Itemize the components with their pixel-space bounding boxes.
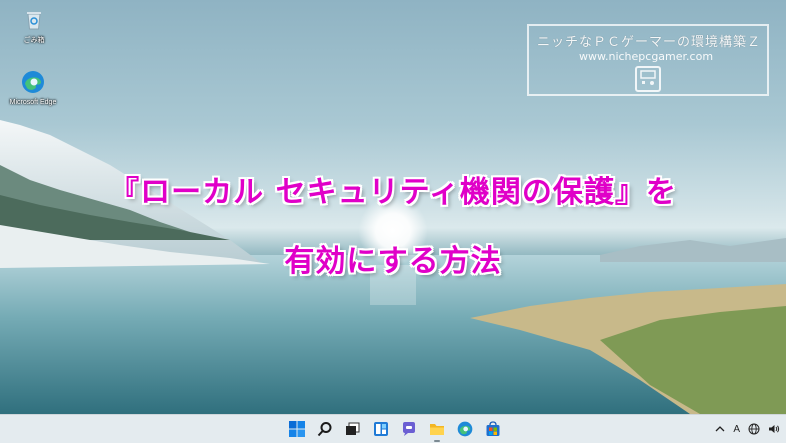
store-icon — [486, 421, 500, 436]
site-logo: ニッチなＰＣゲーマーの環境構築Ｚ www.nichepcgamer.com — [527, 24, 769, 96]
desktop-icon-label: Microsoft Edge — [9, 99, 57, 106]
logo-title: ニッチなＰＣゲーマーの環境構築Ｚ — [537, 35, 762, 50]
search-icon — [317, 422, 332, 437]
folder-icon — [430, 424, 444, 435]
edge-taskbar-button[interactable] — [455, 419, 475, 439]
edge-icon — [457, 421, 473, 437]
recycle-bin-icon — [27, 12, 41, 30]
task-view-icon — [346, 422, 360, 435]
edge-icon — [22, 71, 44, 93]
task-view-button[interactable] — [343, 419, 363, 439]
headline-line-2: 有効にする方法 — [284, 244, 502, 279]
handheld-device-icon — [635, 66, 661, 92]
windows-start-icon — [289, 421, 305, 437]
chevron-up-icon[interactable] — [715, 424, 725, 434]
file-explorer-button[interactable] — [427, 419, 447, 442]
desktop-icon-recycle-bin[interactable]: ごみ箱 — [12, 8, 56, 45]
globe-icon[interactable] — [748, 423, 760, 435]
start-button[interactable] — [287, 419, 307, 439]
logo-url: www.nichepcgamer.com — [579, 50, 714, 63]
widgets-icon — [374, 422, 388, 436]
taskbar-apps — [287, 419, 503, 442]
search-button[interactable] — [315, 419, 335, 439]
store-button[interactable] — [483, 419, 503, 439]
desktop-icon-edge[interactable]: Microsoft Edge — [4, 70, 62, 107]
desktop-icon-label: ごみ箱 — [23, 37, 45, 44]
system-tray: A — [715, 420, 780, 438]
headline-line-1: 『ローカル セキュリティ機関の保護』を — [109, 175, 677, 210]
desktop: ごみ箱 Microsoft Edge ニッチなＰＣゲーマーの環境構築Ｚ www.… — [0, 0, 786, 414]
volume-icon[interactable] — [768, 423, 780, 435]
ime-indicator[interactable]: A — [733, 424, 740, 435]
taskbar: A — [0, 414, 786, 443]
teams-chat-icon — [403, 422, 415, 436]
widgets-button[interactable] — [371, 419, 391, 439]
chat-button[interactable] — [399, 419, 419, 439]
